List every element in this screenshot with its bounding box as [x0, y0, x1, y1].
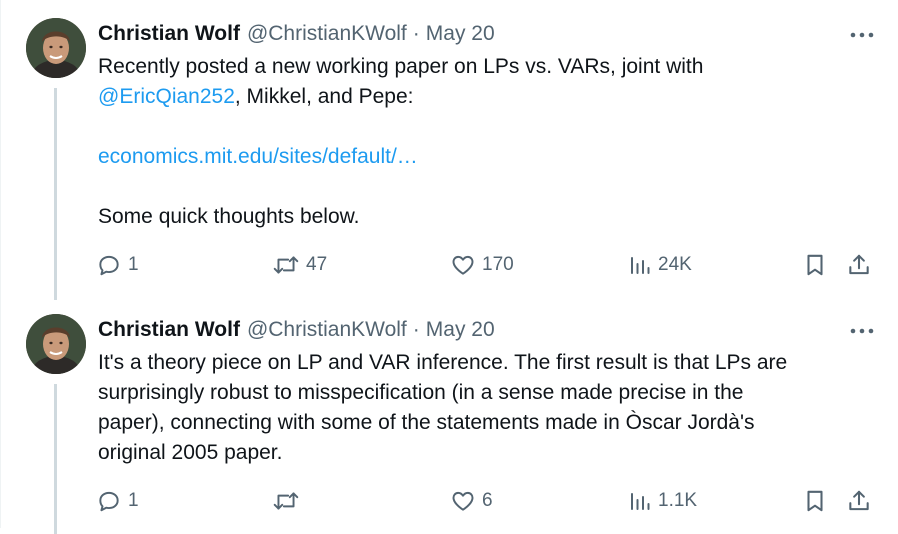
like-count: 170 [482, 254, 514, 275]
share-icon [846, 252, 872, 278]
tweet-text-segment: , Mikkel, and Pepe: [234, 85, 414, 108]
repost-button[interactable] [272, 486, 306, 516]
more-horizontal-icon [850, 321, 874, 339]
views-count: 24K [658, 254, 692, 275]
url-link[interactable]: economics.mit.edu/sites/default/… [98, 145, 418, 168]
like-button[interactable]: 170 [450, 250, 514, 280]
tweet-text-line: @EricQian252, Mikkel, and Pepe: [98, 82, 858, 112]
reply-button[interactable]: 1 [96, 486, 139, 516]
share-button[interactable] [846, 250, 872, 280]
views-button[interactable]: 24K [628, 250, 692, 280]
author-handle[interactable]: @ChristianKWolf [247, 22, 407, 46]
bookmark-icon [802, 252, 828, 278]
analytics-icon [628, 488, 652, 514]
bookmark-button[interactable] [802, 486, 828, 516]
repost-icon [272, 488, 300, 514]
share-button[interactable] [846, 486, 872, 516]
avatar[interactable] [26, 18, 86, 78]
separator: · [412, 318, 420, 341]
tweet-text: Recently posted a new working paper on L… [98, 52, 858, 232]
thread-line [54, 88, 57, 300]
heart-icon [450, 488, 476, 514]
tweet-text-line: paper), connecting with some of the stat… [98, 411, 755, 434]
bookmark-button[interactable] [802, 250, 828, 280]
views-button[interactable]: 1.1K [628, 486, 697, 516]
tweet-header: Christian Wolf @ChristianKWolf · May 20 [98, 316, 495, 344]
separator: · [412, 22, 420, 45]
mention-link[interactable]: @EricQian252 [98, 85, 235, 108]
author-name[interactable]: Christian Wolf [98, 22, 240, 46]
tweet-date[interactable]: May 20 [426, 318, 495, 342]
reply-icon [96, 252, 122, 278]
tweet[interactable]: Christian Wolf @ChristianKWolf · May 20 … [0, 0, 898, 300]
tweet-text-line: surprisingly robust to misspecification … [98, 381, 744, 404]
tweet[interactable]: Christian Wolf @ChristianKWolf · May 20 … [0, 296, 898, 534]
author-name[interactable]: Christian Wolf [98, 318, 240, 342]
heart-icon [450, 252, 476, 278]
action-bar: 1 6 1.1K [96, 486, 876, 516]
reply-button[interactable]: 1 [96, 250, 139, 280]
reply-icon [96, 488, 122, 514]
avatar[interactable] [26, 314, 86, 374]
repost-count: 47 [306, 254, 328, 275]
tweet-text-line: Some quick thoughts below. [98, 205, 360, 228]
tweet-text-line: It's a theory piece on LP and VAR infere… [98, 351, 788, 374]
tweet-header: Christian Wolf @ChristianKWolf · May 20 [98, 20, 495, 48]
author-handle[interactable]: @ChristianKWolf [247, 318, 407, 342]
like-count: 6 [482, 490, 493, 511]
tweet-date[interactable]: May 20 [426, 22, 495, 46]
reply-count: 1 [128, 490, 139, 511]
like-button[interactable]: 6 [450, 486, 493, 516]
bookmark-icon [802, 488, 828, 514]
share-icon [846, 488, 872, 514]
reply-count: 1 [128, 254, 139, 275]
tweet-text-line: Recently posted a new working paper on L… [98, 55, 704, 78]
views-count: 1.1K [658, 490, 698, 511]
more-horizontal-icon [850, 25, 874, 43]
thread-line [54, 384, 57, 534]
more-options-button[interactable] [850, 320, 874, 340]
tweet-text-line: original 2005 paper. [98, 441, 283, 464]
action-bar: 1 47 170 24K [96, 250, 876, 280]
analytics-icon [628, 252, 652, 278]
repost-button[interactable]: 47 [272, 250, 327, 280]
repost-icon [272, 252, 300, 278]
more-options-button[interactable] [850, 24, 874, 44]
tweet-text: It's a theory piece on LP and VAR infere… [98, 348, 858, 468]
